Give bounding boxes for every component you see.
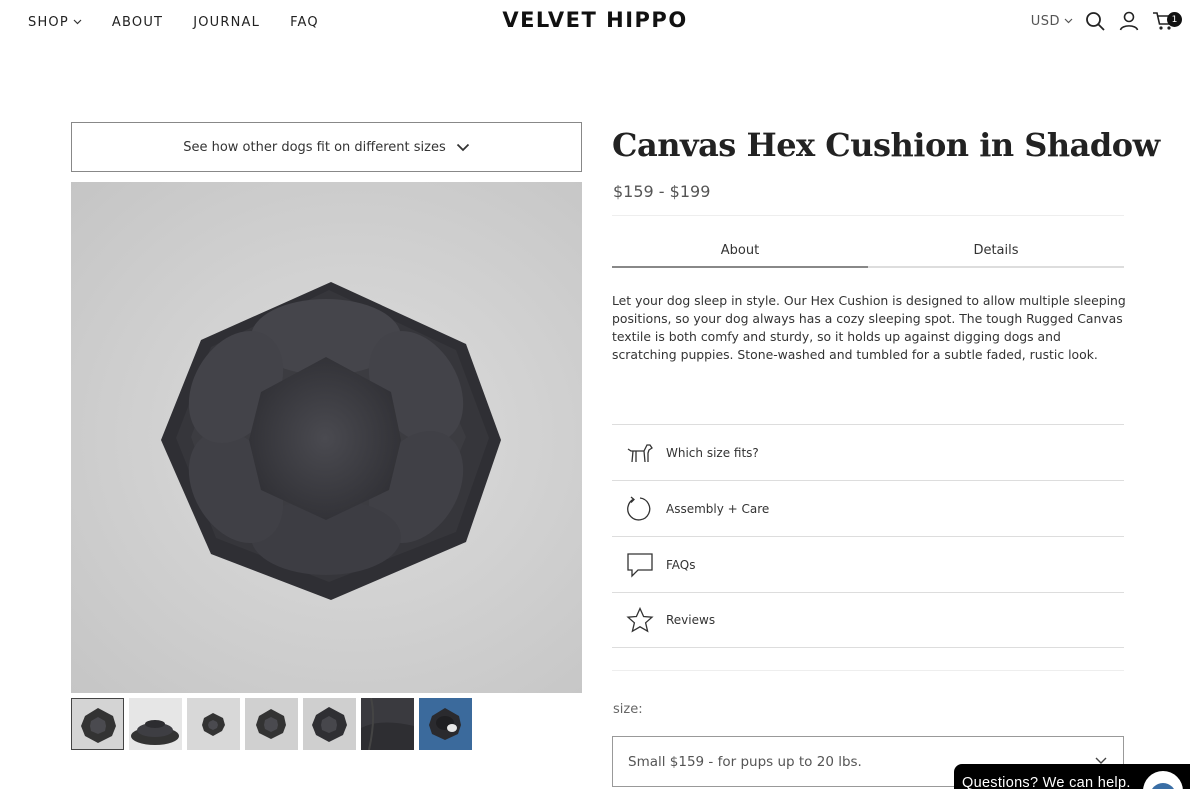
accordion-assembly-care[interactable]: Assembly + Care [612, 480, 1124, 536]
size-label: size: [613, 702, 643, 717]
nav-about[interactable]: ABOUT [112, 13, 163, 31]
chat-widget-label: Questions? We can help. [962, 775, 1131, 789]
accordion-faqs[interactable]: FAQs [612, 536, 1124, 592]
logo[interactable]: VELVET HIPPO [502, 8, 687, 32]
chevron-down-icon [73, 19, 82, 25]
hex-cushion-image [161, 282, 501, 600]
accordion-label: FAQs [666, 557, 696, 572]
nav-shop-label: SHOP [28, 14, 69, 30]
thumbnail[interactable] [303, 698, 356, 750]
nav-journal[interactable]: JOURNAL [193, 13, 260, 31]
accordion-label: Assembly + Care [666, 501, 770, 516]
search-button[interactable] [1085, 11, 1106, 32]
thumbnail-image [419, 698, 472, 750]
product-title: Canvas Hex Cushion in Shadow [612, 126, 1160, 164]
thumbnail-image [245, 698, 298, 750]
main-nav: SHOP ABOUT JOURNAL FAQ [28, 13, 319, 31]
thumbnail-image [361, 698, 414, 750]
thumbnail[interactable] [419, 698, 472, 750]
accordion-reviews[interactable]: Reviews [612, 592, 1124, 648]
size-fit-dropdown-label: See how other dogs fit on different size… [183, 139, 446, 155]
tab-about[interactable]: About [612, 241, 868, 268]
dog-icon [625, 438, 655, 468]
chat-avatar-icon [1150, 783, 1176, 789]
tab-details[interactable]: Details [868, 241, 1124, 266]
thumbnail[interactable] [187, 698, 240, 750]
product-description: Let your dog sleep in style. Our Hex Cus… [612, 293, 1126, 362]
divider [612, 670, 1124, 671]
thumbnail-image [72, 699, 123, 749]
chevron-down-icon [1064, 18, 1073, 24]
chat-icon [625, 550, 655, 580]
refresh-icon [625, 494, 655, 524]
thumbnail[interactable] [129, 698, 182, 750]
nav-journal-label: JOURNAL [193, 14, 261, 30]
thumbnail-strip [71, 698, 477, 750]
thumbnail-image [303, 698, 356, 750]
thumbnail[interactable] [361, 698, 414, 750]
thumbnail[interactable] [71, 698, 124, 750]
thumbnail[interactable] [245, 698, 298, 750]
size-select-value: Small $159 - for pups up to 20 lbs. [628, 753, 862, 770]
cart-count-badge: 1 [1167, 12, 1182, 27]
nav-faq-label: FAQ [290, 14, 319, 30]
thumbnail-image [129, 698, 182, 750]
star-icon [625, 605, 655, 635]
nav-shop[interactable]: SHOP [28, 13, 82, 31]
account-icon [1119, 11, 1139, 31]
divider [612, 215, 1124, 216]
currency-selector[interactable]: USD [1031, 14, 1073, 29]
accordion-label: Which size fits? [666, 445, 759, 460]
nav-about-label: ABOUT [111, 14, 164, 30]
account-button[interactable] [1118, 10, 1140, 32]
product-price: $159 - $199 [613, 182, 711, 201]
currency-label: USD [1030, 13, 1060, 29]
cart-button[interactable]: 1 [1152, 10, 1182, 32]
product-main-image[interactable] [71, 182, 582, 693]
size-fit-dropdown[interactable]: See how other dogs fit on different size… [71, 122, 582, 172]
chevron-down-icon [456, 143, 469, 151]
accordion-label: Reviews [666, 613, 716, 627]
accordion-which-size[interactable]: Which size fits? [612, 424, 1124, 480]
nav-faq[interactable]: FAQ [290, 13, 319, 31]
header-actions: USD 1 [1031, 10, 1182, 32]
search-icon [1086, 11, 1105, 31]
thumbnail-image [187, 698, 240, 750]
product-accordion: Which size fits? Assembly + Care FAQs Re… [612, 424, 1124, 648]
product-tabs: About Details [612, 241, 1124, 268]
